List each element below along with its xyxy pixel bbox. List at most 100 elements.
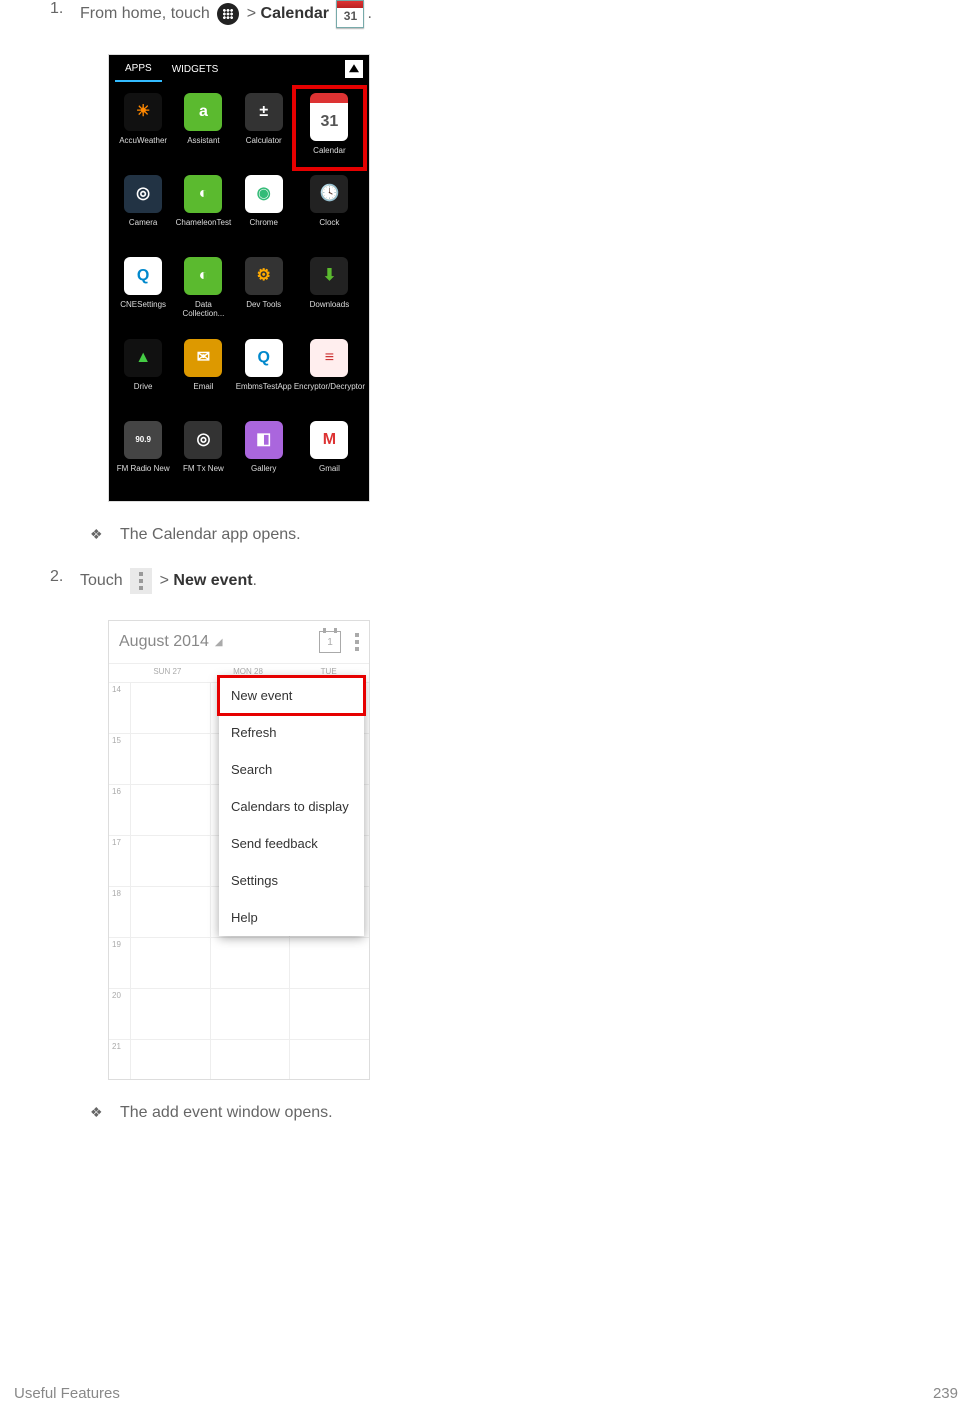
hour-label: 16 [109, 785, 130, 835]
overflow-icon [355, 633, 359, 651]
app-icon: ◎ [124, 175, 162, 213]
step-2-result-text: The add event window opens. [120, 1104, 942, 1122]
app-item: ◉ Chrome [234, 169, 294, 251]
step-2: 2. Touch > New event. [30, 568, 942, 594]
app-item: ±Calculator [234, 87, 294, 169]
app-icon: ◎ [184, 421, 222, 459]
drawer-tabs: APPS WIDGETS [109, 55, 369, 83]
app-item: ◐Data Collection... [173, 251, 233, 333]
apps-grid: ☀ AccuWeather aAssistant±Calculator 31 Calen… [109, 83, 369, 501]
hour-row: 19 [109, 938, 369, 989]
dropdown-caret-icon: ◢ [215, 637, 223, 648]
step-1-number: 1. [50, 0, 80, 28]
step-2-bold: New event [173, 572, 252, 589]
calendar-title: August 2014 [119, 633, 209, 651]
app-item: ⬇ Downloads [294, 251, 365, 333]
app-label: Chrome [249, 219, 277, 228]
screenshot-calendar-menu: August 2014 ◢ 1 SUN 27MON 28TUE 14151617… [108, 620, 370, 1080]
app-item: ▲ Drive [113, 333, 173, 415]
app-icon: ✉ [184, 339, 222, 377]
app-item: aAssistant [173, 87, 233, 169]
menu-item: Refresh [219, 714, 364, 751]
app-item: ◐ ChameleonTest [173, 169, 233, 251]
app-label: Data Collection... [173, 301, 233, 319]
step-2-period: . [253, 572, 257, 589]
footer-section: Useful Features [14, 1385, 120, 1402]
app-item: M Gmail [294, 415, 365, 497]
hour-label: 19 [109, 938, 130, 988]
step-1-sep: > [247, 5, 256, 22]
menu-item: New event [219, 677, 364, 714]
app-icon: ≡ [310, 339, 348, 377]
app-item: 90.9FM Radio New [113, 415, 173, 497]
app-label: Gallery [251, 465, 276, 474]
calendar-31-icon: 31 [336, 0, 364, 28]
step-2-sep: > [160, 572, 169, 589]
footer-page: 239 [933, 1385, 958, 1402]
app-icon: ▲ [124, 339, 162, 377]
step-1-bold: Calendar [261, 5, 329, 22]
menu-item: Help [219, 899, 364, 936]
step-1: 1. From home, touch > Calendar 31. [30, 0, 942, 28]
step-1-pre: From home, touch [80, 5, 210, 22]
apps-grid-icon [217, 3, 239, 25]
app-label: AccuWeather [119, 137, 167, 146]
hour-label: 14 [109, 683, 130, 733]
app-label: EmbmsTestApp [236, 383, 292, 392]
app-icon: ◐ [184, 175, 222, 213]
app-label: Calendar [313, 147, 345, 156]
app-icon: 🕓 [310, 175, 348, 213]
app-label: Drive [134, 383, 153, 392]
overflow-menu-icon [130, 568, 152, 594]
hour-label: 21 [109, 1040, 130, 1080]
menu-item: Search [219, 751, 364, 788]
app-icon: ◉ [245, 175, 283, 213]
page-footer: Useful Features 239 [14, 1385, 958, 1402]
menu-item: Settings [219, 862, 364, 899]
hour-label: 18 [109, 887, 130, 937]
app-icon: Q [124, 257, 162, 295]
app-label: CNESettings [120, 301, 166, 310]
tab-apps: APPS [115, 57, 162, 82]
hour-label: 17 [109, 836, 130, 886]
app-icon: Q [245, 339, 283, 377]
app-icon: M [310, 421, 348, 459]
app-label: Camera [129, 219, 157, 228]
app-item: 31 Calendar [294, 87, 365, 169]
calendar-header: August 2014 ◢ 1 [109, 621, 369, 664]
step-2-number: 2. [50, 568, 80, 594]
app-icon: ⬇ [310, 257, 348, 295]
hour-row: 21 [109, 1040, 369, 1080]
app-item: ✉ Email [173, 333, 233, 415]
app-item: ≡ Encryptor/Decryptor [294, 333, 365, 415]
play-store-icon [345, 60, 363, 78]
step-2-pre: Touch [80, 572, 123, 589]
app-label: Downloads [310, 301, 350, 310]
step-1-result: ❖ The Calendar app opens. [30, 526, 942, 544]
step-1-period: . [367, 5, 371, 22]
app-label: Dev Tools [246, 301, 281, 310]
result-bullet-icon: ❖ [90, 526, 120, 544]
step-1-result-text: The Calendar app opens. [120, 526, 942, 544]
step-2-result: ❖ The add event window opens. [30, 1104, 942, 1122]
menu-item: Calendars to display [219, 788, 364, 825]
app-label: FM Radio New [117, 465, 170, 474]
app-icon: ☀ [124, 93, 162, 131]
app-item: ⚙Dev Tools [234, 251, 294, 333]
app-label: ChameleonTest [176, 219, 232, 228]
app-label: Encryptor/Decryptor [294, 383, 365, 392]
hour-label: 20 [109, 989, 130, 1039]
tab-widgets: WIDGETS [162, 58, 229, 81]
app-label: Email [193, 383, 213, 392]
app-icon: ± [245, 93, 283, 131]
app-icon: a [184, 93, 222, 131]
app-label: Gmail [319, 465, 340, 474]
result-bullet-icon: ❖ [90, 1104, 120, 1122]
hour-label: 15 [109, 734, 130, 784]
app-icon: 31 [310, 93, 348, 141]
app-label: Clock [319, 219, 339, 228]
app-item: ◎ FM Tx New [173, 415, 233, 497]
menu-item: Send feedback [219, 825, 364, 862]
app-label: FM Tx New [183, 465, 224, 474]
app-item: Q CNESettings [113, 251, 173, 333]
